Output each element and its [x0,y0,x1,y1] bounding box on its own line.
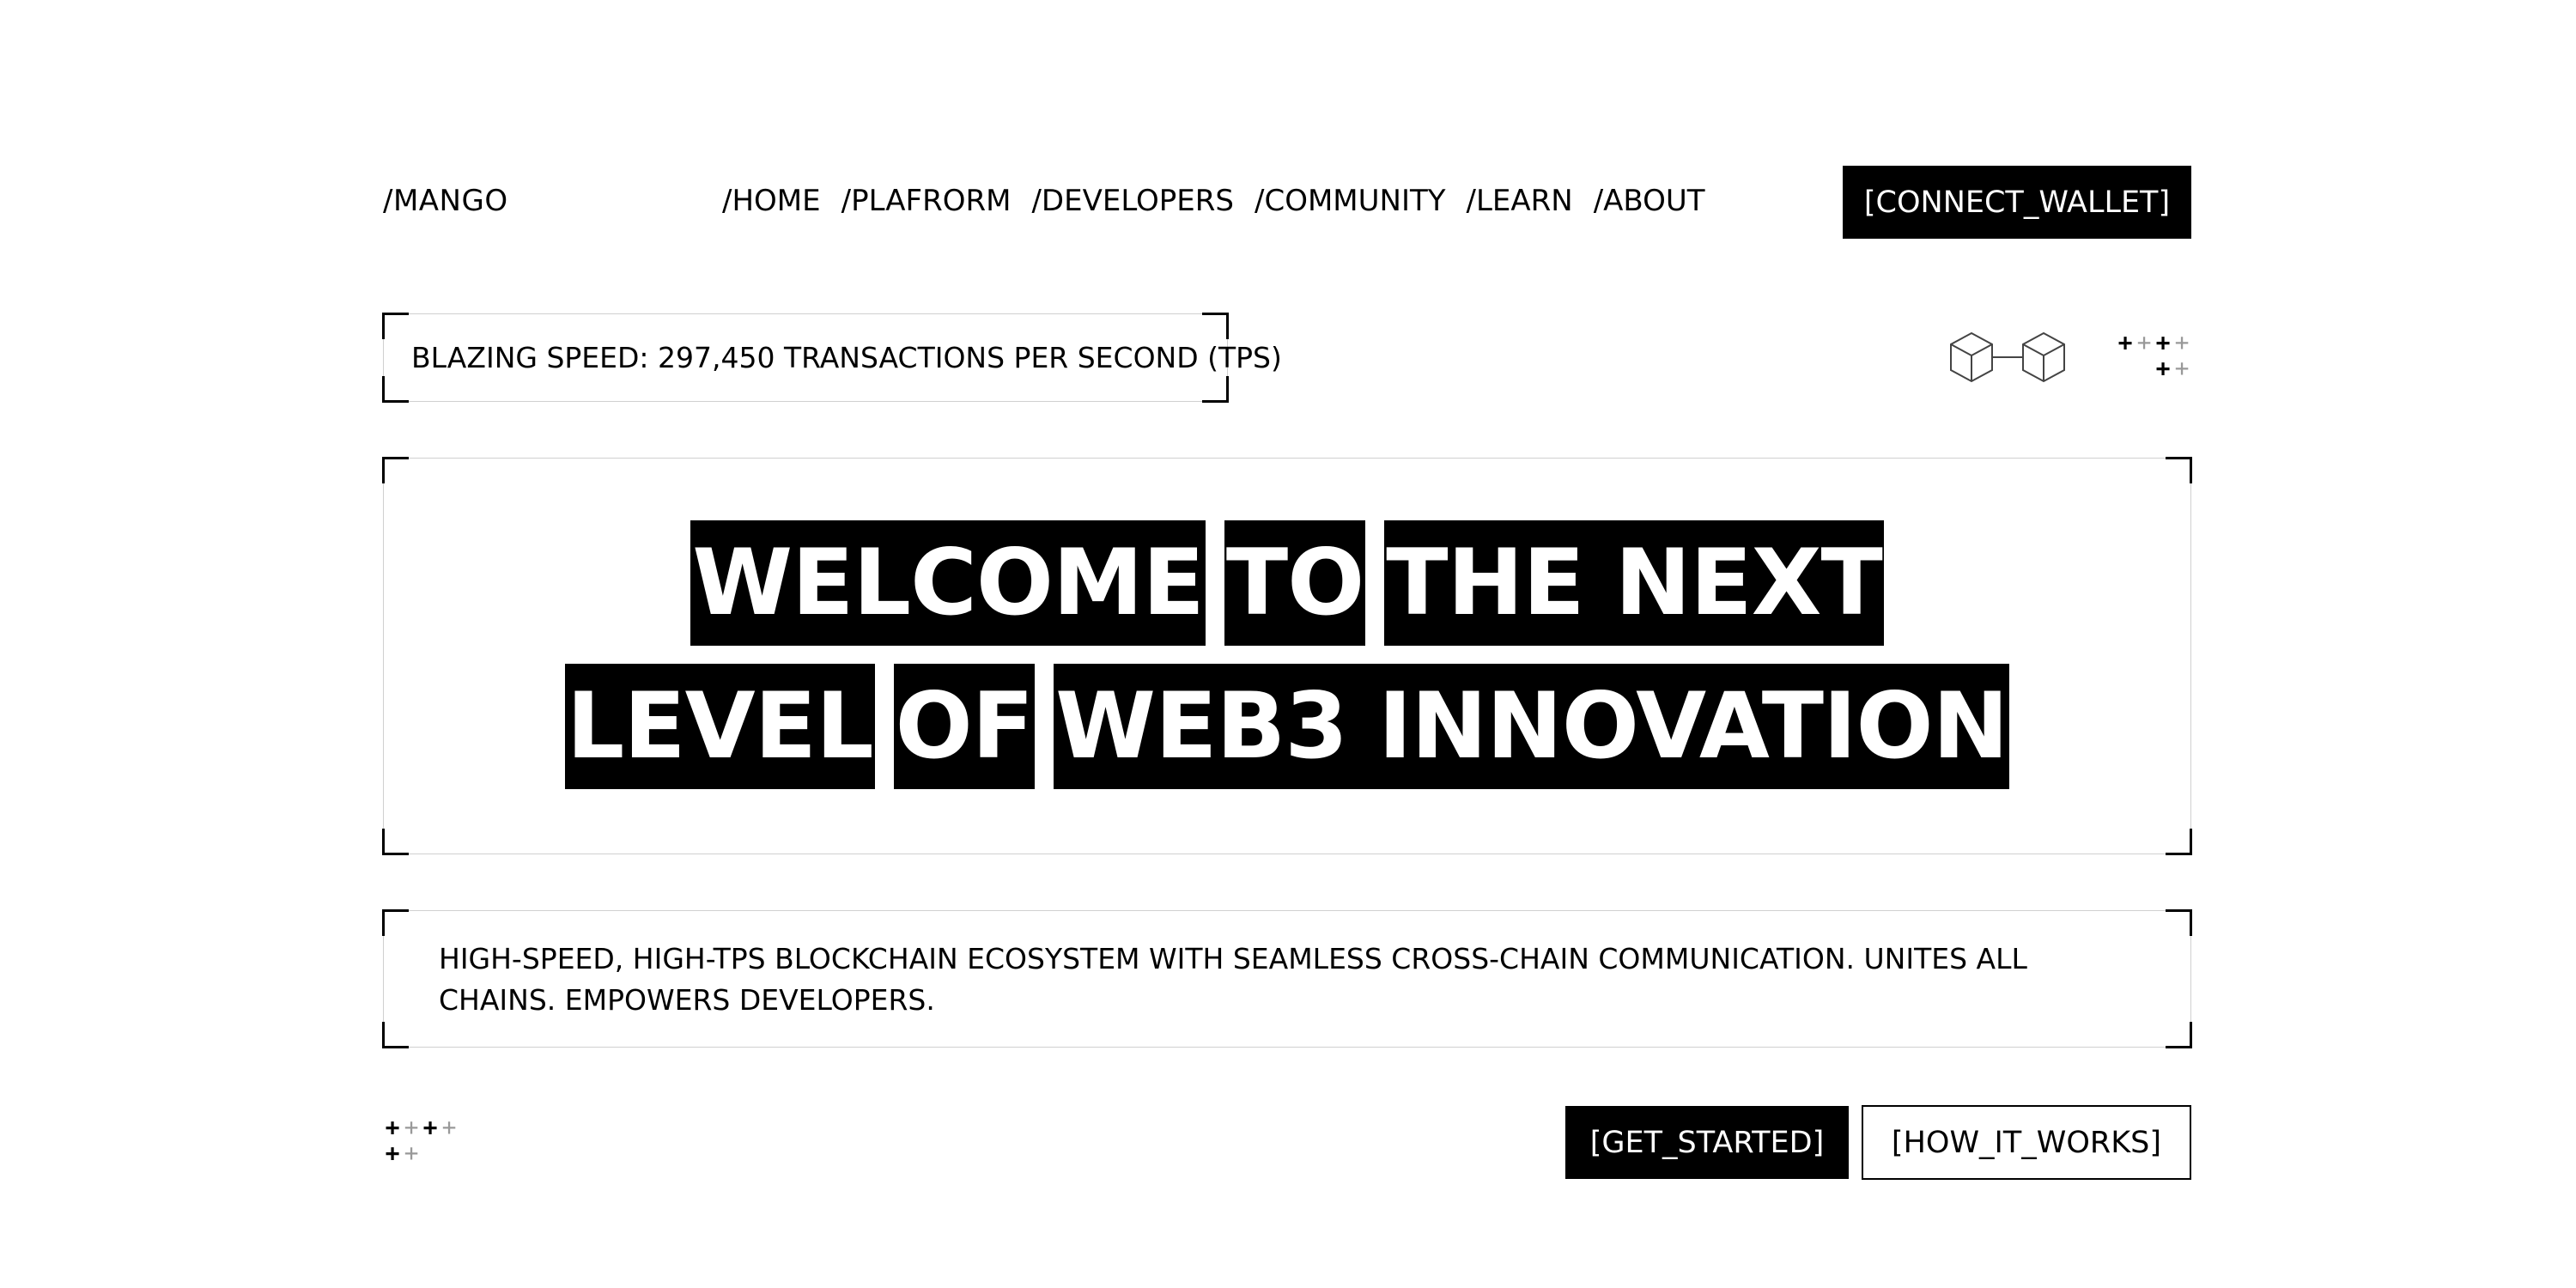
corner-bracket [2166,829,2192,855]
headline-line-2: LEVEL OF WEB3 INNOVATION [384,664,2190,789]
speed-stat-text: BLAZING SPEED: 297,450 TRANSACTIONS PER … [411,341,1282,374]
get-started-button[interactable]: [GET_STARTED] [1565,1106,1849,1179]
headline-word: LEVEL [564,664,875,789]
nav-learn[interactable]: /LEARN [1467,184,1573,218]
corner-bracket [2166,1022,2192,1048]
main-nav: /HOME /PLAFRORM /DEVELOPERS /COMMUNITY /… [722,184,1705,218]
corner-bracket [382,376,409,403]
nav-platform[interactable]: /PLAFRORM [841,184,1012,218]
headline-word: WELCOME [690,520,1206,646]
corner-bracket [2166,909,2192,936]
plus-pattern-icon: + + + + + + [385,1113,457,1167]
corner-bracket [382,313,409,339]
nav-developers[interactable]: /DEVELOPERS [1031,184,1234,218]
nav-about[interactable]: /ABOUT [1594,184,1705,218]
corner-bracket [382,909,409,936]
headline-word: THE NEXT [1384,520,1884,646]
plus-pattern-icon: + + + + + + [2117,328,2190,382]
corner-bracket [382,457,409,483]
description-text: HIGH-SPEED, HIGH-TPS BLOCKCHAIN ECOSYSTE… [439,942,2027,1017]
nav-community[interactable]: /COMMUNITY [1255,184,1446,218]
headline-line-1: WELCOME TO THE NEXT [384,520,2190,646]
nav-home[interactable]: /HOME [722,184,821,218]
headline-word: OF [893,664,1036,789]
connect-wallet-button[interactable]: [CONNECT_WALLET] [1843,166,2191,239]
corner-bracket [2166,457,2192,483]
headline-word: TO [1224,520,1366,646]
speed-stat-box: BLAZING SPEED: 297,450 TRANSACTIONS PER … [382,313,1282,403]
headline-word: WEB3 INNOVATION [1054,664,2010,789]
logo[interactable]: /MANGO [383,184,508,218]
description-box: HIGH-SPEED, HIGH-TPS BLOCKCHAIN ECOSYSTE… [382,909,2192,1048]
hero-box: WELCOME TO THE NEXT LEVEL OF WEB3 INNOVA… [382,457,2192,855]
corner-bracket [382,829,409,855]
corner-bracket [382,1022,409,1048]
blockchain-link-icon [1950,331,2065,383]
how-it-works-button[interactable]: [HOW_IT_WORKS] [1862,1105,2191,1180]
